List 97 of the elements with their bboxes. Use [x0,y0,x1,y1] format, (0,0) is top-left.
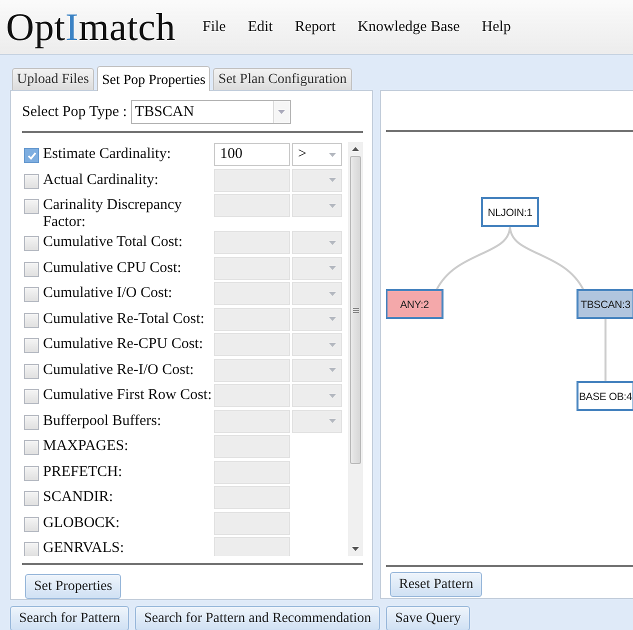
value-field[interactable] [214,333,290,356]
plan-node[interactable]: TBSCAN:3 [576,289,633,319]
checkbox[interactable] [24,389,39,404]
checkbox[interactable] [24,338,39,353]
value-field[interactable] [214,435,290,458]
property-label: MAXPAGES: [43,437,130,455]
caret-icon [329,204,336,208]
checkbox[interactable] [24,236,39,251]
checkbox[interactable] [24,440,39,455]
value-field[interactable] [214,410,290,432]
operator-dropdown[interactable] [292,231,342,254]
caret-icon [329,368,336,372]
operator-dropdown[interactable] [292,333,342,356]
plan-node[interactable]: BASE OB:4 [576,381,633,411]
property-label: Actual Cardinality: [43,170,160,188]
checkbox[interactable] [24,199,39,214]
caret-icon [329,266,336,270]
value-field[interactable] [214,358,290,382]
value-field[interactable] [214,460,290,484]
value-field[interactable] [214,282,290,305]
property-label: PREFETCH: [43,462,124,480]
property-label: Cumulative CPU Cost: [43,258,182,276]
caret-icon [329,240,336,244]
action-button[interactable]: Save Query [386,606,470,630]
action-button[interactable]: Search for Pattern [10,606,130,630]
operator-dropdown[interactable] [292,256,342,280]
checkbox[interactable] [24,312,39,328]
property-label: Carinality Discrepancy Factor: [43,196,183,231]
grip-icon [352,308,358,312]
reset-pattern-button[interactable]: Reset Pattern [390,572,482,597]
action-button[interactable]: Search for Pattern and Recommendation [135,606,380,630]
menu-item[interactable]: Help [482,18,511,36]
checkbox[interactable] [24,542,39,556]
pop-type-dropdown[interactable]: TBSCAN [130,100,291,124]
checkbox[interactable] [24,466,39,480]
caret-icon [329,292,336,296]
operator-dropdown[interactable] [292,308,342,330]
value-field[interactable] [214,384,290,407]
checkbox[interactable] [24,491,39,506]
operator-dropdown[interactable] [292,194,342,217]
plan-node[interactable]: NLJOIN:1 [481,197,539,227]
pop-type-label: Select Pop Type : [22,104,127,120]
operator-dropdown[interactable] [292,282,342,305]
property-label: GENRVALS: [43,539,126,556]
value-field[interactable] [214,308,290,330]
operator-dropdown[interactable] [292,358,342,382]
operator-dropdown[interactable] [292,168,342,192]
property-label: Cumulative Total Cost: [43,233,184,251]
menu-item[interactable]: Edit [248,18,273,36]
property-label: Cumulative Re-Total Cost: [43,310,206,328]
menu-item[interactable]: Knowledge Base [358,18,460,36]
caret-icon [329,394,336,398]
tab[interactable]: Set Plan Configuration [213,68,352,90]
check-icon [26,150,36,160]
checkbox[interactable] [24,414,39,430]
checkbox[interactable] [24,516,39,532]
value-field[interactable] [214,194,290,217]
checkbox[interactable] [24,287,39,302]
checkbox[interactable] [24,364,39,378]
menu-item[interactable]: File [202,18,226,36]
caret-icon [329,342,336,346]
connector-line [604,318,606,382]
checkbox[interactable] [24,148,39,163]
value-field[interactable] [214,486,290,509]
value-field[interactable]: 100 [214,143,290,166]
caret-icon [329,419,336,423]
menu-item[interactable]: Report [294,18,336,36]
value-field[interactable] [214,231,290,254]
property-label: GLOBOCK: [43,514,121,532]
property-label: Cumulative Re-CPU Cost: [43,335,204,353]
property-label: Estimate Cardinality: [43,145,172,163]
property-label: SCANDIR: [43,488,114,506]
checkbox[interactable] [24,262,39,276]
value-field[interactable] [214,537,290,556]
value-field[interactable] [214,512,290,534]
tab[interactable]: Upload Files [12,68,94,90]
caret-icon [329,317,336,321]
operator-dropdown[interactable] [292,384,342,407]
scroll-down-icon[interactable] [352,547,359,551]
operator-dropdown[interactable]: > [292,143,342,166]
caret-icon [329,152,336,156]
operator-dropdown[interactable] [292,410,342,432]
scroll-up-icon[interactable] [352,147,359,151]
plan-node[interactable]: ANY:2 [386,289,444,319]
property-label: Bufferpool Buffers: [43,412,162,430]
caret-icon [329,178,336,182]
tab[interactable]: Set Pop Properties [96,66,210,91]
checkbox[interactable] [24,174,39,188]
property-label: Cumulative First Row Cost: [43,386,213,404]
property-label: Cumulative Re-I/O Cost: [43,360,195,378]
property-label: Cumulative I/O Cost: [43,284,174,302]
app-logo: OptImatch [6,8,176,46]
value-field[interactable] [214,256,290,280]
scrollbar[interactable] [348,142,363,556]
set-properties-button[interactable]: Set Properties [25,574,122,599]
value-field[interactable] [214,168,290,192]
caret-icon [278,110,286,114]
